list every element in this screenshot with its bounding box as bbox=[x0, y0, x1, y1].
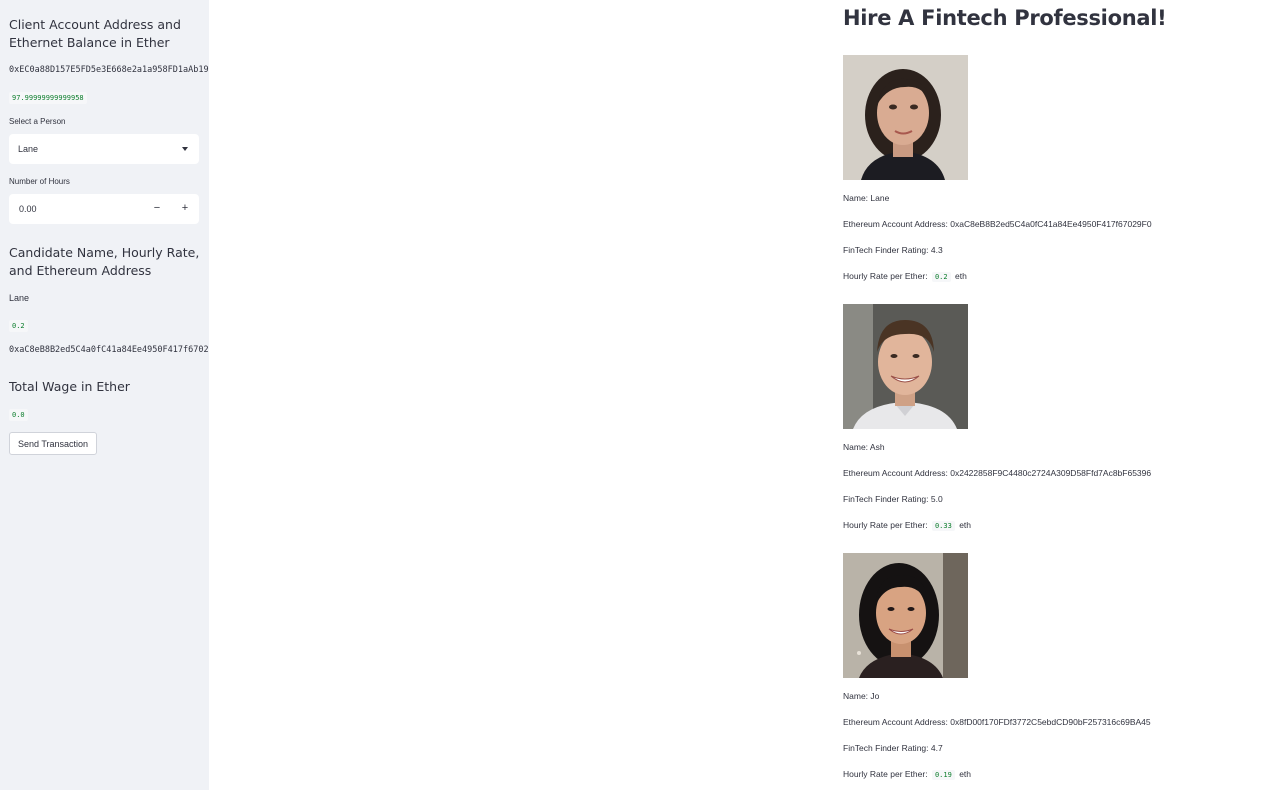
client-address: 0xEC0a88D157E5FD5e3E668e2a1a958FD1aAb19 bbox=[9, 65, 209, 75]
hours-label: Number of Hours bbox=[9, 177, 70, 186]
rate-value: 0.33 bbox=[931, 521, 955, 531]
candidate-address: Ethereum Account Address: 0x2422858F9C44… bbox=[843, 468, 1152, 478]
send-transaction-button[interactable]: Send Transaction bbox=[9, 432, 98, 455]
select-person-dropdown[interactable]: Lane bbox=[9, 134, 199, 164]
rate-prefix: Hourly Rate per Ether: bbox=[843, 769, 928, 779]
rate-value: 0.19 bbox=[931, 770, 955, 780]
candidate-name: Lane bbox=[9, 293, 30, 303]
candidate-name: Name: Ash bbox=[843, 442, 885, 452]
candidate-rating: FinTech Finder Rating: 4.7 bbox=[843, 743, 943, 753]
candidate-photo bbox=[843, 304, 968, 429]
candidate-name: Name: Lane bbox=[843, 193, 890, 203]
rate-prefix: Hourly Rate per Ether: bbox=[843, 520, 928, 530]
candidate-hourly-rate: Hourly Rate per Ether: 0.2 eth bbox=[843, 271, 967, 282]
candidate-photo bbox=[843, 553, 968, 678]
candidate-rate: 0.2 bbox=[9, 320, 28, 332]
total-wage-value: 0.0 bbox=[9, 409, 28, 421]
candidate-address: Ethereum Account Address: 0xaC8eB8B2ed5C… bbox=[843, 219, 1152, 229]
total-wage-heading: Total Wage in Ether bbox=[9, 379, 130, 394]
select-person-value: Lane bbox=[18, 144, 39, 154]
sidebar: Client Account Address and Ethernet Bala… bbox=[0, 0, 209, 790]
candidate-heading: Candidate Name, Hourly Rate, and Ethereu… bbox=[9, 245, 200, 278]
select-person-label: Select a Person bbox=[9, 117, 66, 126]
candidate-rating: FinTech Finder Rating: 4.3 bbox=[843, 245, 943, 255]
decrement-button[interactable]: − bbox=[152, 202, 162, 214]
rate-suffix: eth bbox=[959, 769, 972, 779]
candidate-address: Ethereum Account Address: 0x8fD00f170FDf… bbox=[843, 717, 1151, 727]
candidate-hourly-rate: Hourly Rate per Ether: 0.33 eth bbox=[843, 520, 971, 531]
candidate-name: Name: Jo bbox=[843, 691, 880, 701]
rate-suffix: eth bbox=[959, 520, 972, 530]
candidate-hourly-rate: Hourly Rate per Ether: 0.19 eth bbox=[843, 769, 971, 780]
hours-input[interactable]: 0.00 bbox=[19, 204, 37, 214]
chevron-down-icon bbox=[182, 147, 188, 151]
rate-prefix: Hourly Rate per Ether: bbox=[843, 271, 928, 281]
rate-suffix: eth bbox=[954, 271, 967, 281]
candidate-photo bbox=[843, 55, 968, 180]
candidate-address: 0xaC8eB8B2ed5C4a0fC41a84Ee4950F417f67029 bbox=[9, 345, 209, 355]
increment-button[interactable]: + bbox=[180, 202, 190, 214]
page-title: Hire A Fintech Professional! bbox=[843, 6, 1167, 30]
hours-stepper: 0.00 − + bbox=[9, 194, 199, 224]
rate-value: 0.2 bbox=[931, 272, 951, 282]
client-balance: 97.99999999999958 bbox=[9, 92, 87, 104]
candidate-rating: FinTech Finder Rating: 5.0 bbox=[843, 494, 943, 504]
client-account-heading: Client Account Address and Ethernet Bala… bbox=[9, 17, 181, 50]
